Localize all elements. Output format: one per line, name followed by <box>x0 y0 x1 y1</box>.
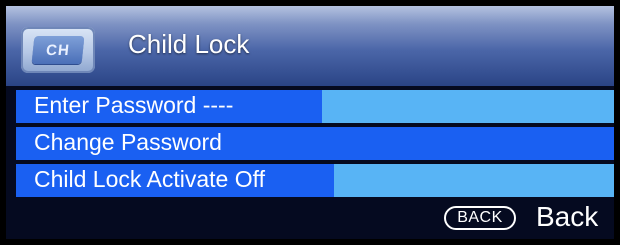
menu-footer: BACK Back <box>6 199 614 239</box>
activate-value-field[interactable] <box>334 164 614 197</box>
tv-osd-screen: CH Child Lock Enter Password ---- Change… <box>0 0 620 245</box>
menu-header: CH Child Lock <box>6 6 614 86</box>
menu-item-label: Change Password <box>34 129 222 155</box>
channel-category-icon: CH <box>21 27 95 73</box>
menu-item-change-password[interactable]: Change Password <box>16 127 614 160</box>
back-key-icon[interactable]: BACK <box>444 206 516 230</box>
password-input-field[interactable] <box>322 90 614 123</box>
menu-title: Child Lock <box>128 29 250 59</box>
menu-item-child-lock-activate[interactable]: Child Lock Activate Off <box>16 164 614 197</box>
menu-item-label: Child Lock Activate Off <box>34 166 265 192</box>
child-lock-menu-panel: CH Child Lock Enter Password ---- Change… <box>6 6 614 239</box>
menu-item-enter-password[interactable]: Enter Password ---- <box>16 90 614 123</box>
channel-logo-text: CH <box>31 36 85 64</box>
menu-item-label: Enter Password ---- <box>34 92 234 118</box>
back-button-label[interactable]: Back <box>536 201 598 233</box>
